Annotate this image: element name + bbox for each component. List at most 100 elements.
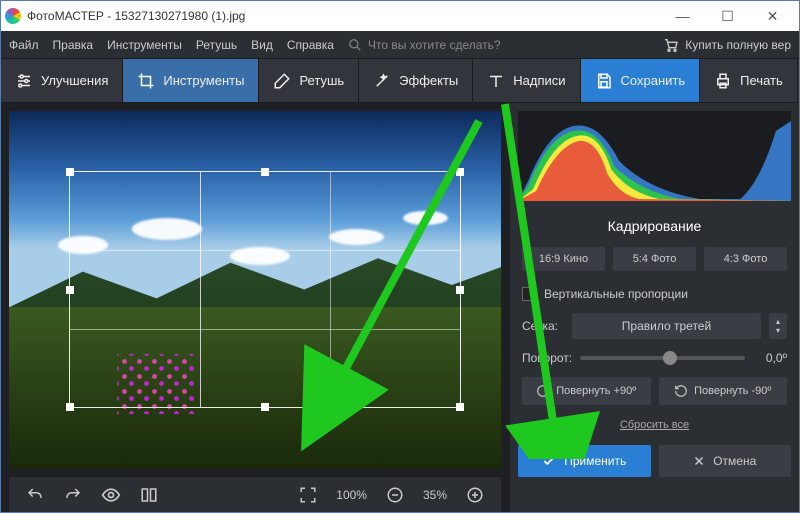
redo-button[interactable]: [63, 485, 83, 505]
sliders-icon: [15, 72, 33, 90]
tab-enhance[interactable]: Улучшения: [1, 59, 123, 102]
rotate-plus-90[interactable]: Повернуть +90º: [522, 377, 651, 405]
save-icon: [595, 72, 613, 90]
menu-edit[interactable]: Правка: [53, 38, 94, 52]
crop-handle-br[interactable]: [456, 403, 464, 411]
app-icon: [5, 8, 21, 24]
buy-label: Купить полную вер: [685, 38, 791, 52]
brush-icon: [273, 72, 291, 90]
window-title: ФотоМАСТЕР - 15327130271980 (1).jpg: [27, 9, 660, 23]
title-bar: ФотоМАСТЕР - 15327130271980 (1).jpg — ☐ …: [1, 1, 799, 31]
zoom-100-label[interactable]: 100%: [336, 488, 367, 502]
zoom-out-button[interactable]: [385, 485, 405, 505]
tab-tools-label: Инструменты: [163, 73, 244, 88]
grid-row: Сетка: Правило третей ▴▾: [510, 307, 799, 345]
menu-retouch[interactable]: Ретушь: [196, 38, 237, 52]
crop-frame[interactable]: [69, 171, 461, 408]
grid-label: Сетка:: [522, 319, 564, 333]
toolbar: Улучшения Инструменты Ретушь Эффекты Над…: [1, 59, 799, 103]
minus-circle-icon: [386, 486, 404, 504]
preset-16-9[interactable]: 16:9 Кино: [522, 247, 605, 271]
crop-handle-tl[interactable]: [66, 168, 74, 176]
action-buttons: Применить Отмена: [510, 439, 799, 485]
apply-button[interactable]: Применить: [518, 445, 651, 477]
canvas[interactable]: [9, 111, 501, 468]
search-field[interactable]: Что вы хотите сделать?: [348, 38, 501, 52]
buy-full-version[interactable]: Купить полную вер: [663, 37, 791, 53]
crop-handle-bl[interactable]: [66, 403, 74, 411]
cancel-button[interactable]: Отмена: [659, 445, 792, 477]
tab-enhance-label: Улучшения: [41, 73, 108, 88]
print-button[interactable]: Печать: [700, 59, 798, 102]
tab-captions[interactable]: Надписи: [473, 59, 580, 102]
redo-icon: [64, 486, 82, 504]
save-button[interactable]: Сохранить: [581, 59, 701, 102]
vertical-checkbox[interactable]: [522, 287, 536, 301]
wand-icon: [373, 72, 391, 90]
maximize-button[interactable]: ☐: [705, 1, 750, 31]
app-window: ФотоМАСТЕР - 15327130271980 (1).jpg — ☐ …: [0, 0, 800, 513]
grid-spinner[interactable]: ▴▾: [769, 313, 787, 339]
preview-button[interactable]: [101, 485, 121, 505]
text-icon: [487, 72, 505, 90]
menu-bar: Файл Правка Инструменты Ретушь Вид Справ…: [1, 31, 799, 59]
minimize-button[interactable]: —: [660, 1, 705, 31]
save-label: Сохранить: [621, 73, 686, 88]
crop-icon: [137, 72, 155, 90]
tab-effects-label: Эффекты: [399, 73, 458, 88]
close-button[interactable]: ✕: [750, 1, 795, 31]
print-icon: [714, 72, 732, 90]
menu-tools[interactable]: Инструменты: [107, 38, 182, 52]
rotate-thumb[interactable]: [663, 351, 677, 365]
x-icon: [693, 455, 705, 467]
tab-retouch[interactable]: Ретушь: [259, 59, 359, 102]
panel-title: Кадрирование: [608, 218, 702, 234]
cart-icon: [663, 37, 679, 53]
tab-tools[interactable]: Инструменты: [123, 59, 259, 102]
panel-header: ‹ Кадрирование: [510, 209, 799, 243]
preset-4-3[interactable]: 4:3 Фото: [704, 247, 787, 271]
canvas-area: 100% 35%: [1, 103, 509, 512]
zoom-level: 35%: [423, 488, 447, 502]
grid-select[interactable]: Правило третей: [572, 313, 761, 339]
rotate-ccw-icon: [674, 384, 688, 398]
cancel-label: Отмена: [713, 454, 756, 468]
apply-label: Применить: [564, 454, 626, 468]
workspace: 100% 35% ‹ Кадрирование 16:9: [1, 103, 799, 512]
check-icon: [542, 454, 556, 468]
crop-presets: 16:9 Кино 5:4 Фото 4:3 Фото: [510, 243, 799, 281]
plus-circle-icon: [466, 486, 484, 504]
crop-handle-t[interactable]: [261, 168, 269, 176]
rotate-row: Поворот: 0,0º: [510, 345, 799, 371]
menu-help[interactable]: Справка: [287, 38, 334, 52]
rotate-minus-90[interactable]: Повернуть -90º: [659, 377, 788, 405]
fit-screen-button[interactable]: [298, 485, 318, 505]
reset-all[interactable]: Сбросить все: [510, 411, 799, 439]
menu-view[interactable]: Вид: [251, 38, 273, 52]
histogram-svg: [518, 111, 791, 201]
print-label: Печать: [740, 73, 783, 88]
menu-file[interactable]: Файл: [9, 38, 39, 52]
rotate-minus-label: Повернуть -90º: [694, 385, 771, 397]
preset-5-4[interactable]: 5:4 Фото: [613, 247, 696, 271]
crop-handle-r[interactable]: [456, 286, 464, 294]
crop-handle-l[interactable]: [66, 286, 74, 294]
grid-value: Правило третей: [622, 319, 711, 333]
zoom-in-button[interactable]: [465, 485, 485, 505]
vertical-proportions-row: Вертикальные пропорции: [510, 281, 799, 307]
rotate-plus-label: Повернуть +90º: [556, 385, 636, 397]
undo-icon: [26, 486, 44, 504]
eye-icon: [101, 485, 121, 505]
crop-handle-b[interactable]: [261, 403, 269, 411]
undo-button[interactable]: [25, 485, 45, 505]
crop-handle-tr[interactable]: [456, 168, 464, 176]
histogram: [518, 111, 791, 201]
fit-icon: [299, 486, 317, 504]
compare-button[interactable]: [139, 485, 159, 505]
tab-effects[interactable]: Эффекты: [359, 59, 473, 102]
back-button[interactable]: ‹: [522, 217, 527, 235]
tab-retouch-label: Ретушь: [299, 73, 344, 88]
tab-captions-label: Надписи: [513, 73, 565, 88]
rotate-slider[interactable]: [580, 356, 745, 360]
bottom-toolbar: 100% 35%: [9, 476, 501, 512]
